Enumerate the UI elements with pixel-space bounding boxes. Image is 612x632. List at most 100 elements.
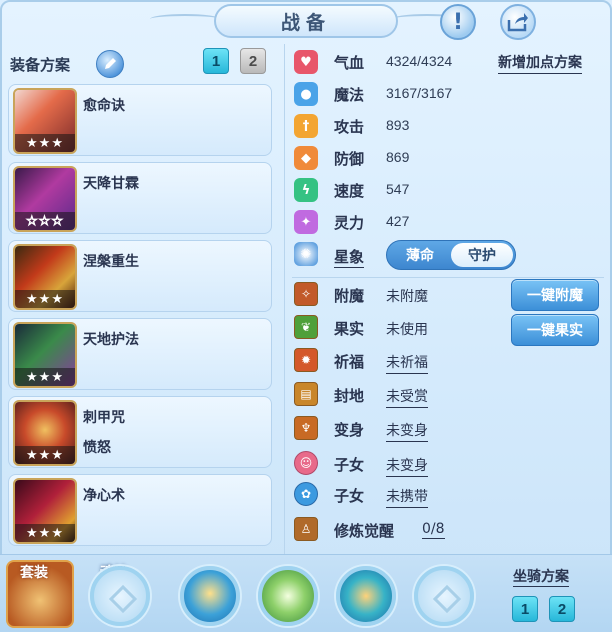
ext-label: 祈福 — [334, 353, 365, 371]
stat-label: 攻击 — [334, 118, 365, 136]
section-divider — [292, 277, 604, 278]
star-option-bomin[interactable]: 薄命 — [389, 243, 451, 267]
one-click-fruit-button[interactable]: 一键果实 — [511, 314, 599, 346]
blessing-icon: ✹ — [294, 348, 318, 372]
lightning-icon: ϟ — [294, 178, 318, 202]
skill-item-5[interactable]: ★★★ 刺甲咒 愤怒 — [8, 396, 272, 468]
equipment-scheme-2-button[interactable]: 2 — [240, 48, 266, 74]
page-title: 战备 — [214, 4, 398, 38]
skill-name: 愈命诀 — [83, 98, 125, 114]
panel-divider — [284, 44, 285, 554]
ext-value[interactable]: 未祈福 — [386, 352, 428, 374]
skill-stars: ☆☆☆ — [15, 212, 75, 230]
stat-row-speed: ϟ 速度 547 — [294, 176, 494, 204]
pencil-icon — [105, 58, 116, 69]
stat-row-defense: ◆ 防御 869 — [294, 144, 494, 172]
mount-scheme-2-button[interactable]: 2 — [549, 596, 575, 622]
stat-row-hp: ♥ 气血 4324/4324 — [294, 48, 494, 76]
equipment-scheme-header: 装备方案 — [10, 48, 276, 80]
transform-icon: ♆ — [294, 416, 318, 440]
blessing-row: ✹ 祈福 未祈福 — [294, 347, 504, 375]
cultivation-row: ♙ 修炼觉醒 0/8 — [294, 516, 504, 544]
shield-icon: ◆ — [294, 146, 318, 170]
skill-item-1[interactable]: ★★★ 愈命诀 — [8, 84, 272, 156]
help-icon[interactable]: ! — [440, 4, 476, 40]
sword-icon: † — [294, 114, 318, 138]
star-sign-row: ✺ 星象 薄命 守护 — [294, 240, 594, 272]
heart-icon: ♥ — [294, 50, 318, 74]
ext-value[interactable]: 未携带 — [386, 486, 428, 508]
ext-value[interactable]: 未变身 — [386, 455, 428, 477]
stat-label: 气血 — [334, 54, 365, 72]
stat-value: 4324/4324 — [386, 53, 453, 69]
equipment-scheme-label: 装备方案 — [10, 56, 71, 74]
ext-value[interactable]: 未变身 — [386, 420, 428, 442]
skill-name: 涅槃重生 — [83, 254, 139, 270]
share-icon[interactable] — [500, 4, 536, 40]
share-arrow-icon — [507, 13, 528, 32]
mana-icon: ● — [294, 82, 318, 106]
stat-row-attack: † 攻击 893 — [294, 112, 494, 140]
equipment-scheme-1-button[interactable]: 1 — [203, 48, 229, 74]
fruit-row: ❦ 果实 未使用 — [294, 314, 504, 342]
ext-label: 果实 — [334, 320, 365, 338]
skill-stars: ★★★ — [15, 446, 75, 464]
ext-label: 封地 — [334, 387, 365, 405]
stat-value: 893 — [386, 117, 410, 133]
skill-name: 天降甘霖 — [83, 176, 139, 192]
stat-label: 防御 — [334, 150, 365, 168]
stat-value: 547 — [386, 181, 410, 197]
skill-icon: ★★★ — [13, 88, 77, 154]
star-sign-icon: ✺ — [294, 242, 318, 266]
child-row-1: ☺ 子女 未变身 — [294, 450, 504, 478]
child-icon: ☺ — [294, 451, 318, 475]
skill-item-6[interactable]: ★★★ 净心术 — [8, 474, 272, 546]
soul-skill-slot-2[interactable] — [258, 566, 318, 626]
stat-label: 魔法 — [334, 86, 365, 104]
skill-stars: ★★★ — [15, 134, 75, 152]
ext-value[interactable]: 0/8 — [422, 521, 445, 539]
soul-skill-slot-1[interactable] — [180, 566, 240, 626]
skill-name: 刺甲咒 — [83, 410, 125, 426]
skill-stars: ★★★ — [15, 524, 75, 542]
skill-item-2[interactable]: ☆☆☆ 天降甘霖 — [8, 162, 272, 234]
stat-row-mp: ● 魔法 3167/3167 — [294, 80, 494, 108]
scroll-icon: ▤ — [294, 382, 318, 406]
skill-icon: ☆☆☆ — [13, 166, 77, 232]
new-point-plan-link[interactable]: 新增加点方案 — [498, 52, 582, 74]
skill-icon: ★★★ — [13, 244, 77, 310]
mount-scheme-1-button[interactable]: 1 — [512, 596, 538, 622]
skill-icon: ★★★ — [13, 400, 77, 466]
skill-item-4[interactable]: ★★★ 天地护法 — [8, 318, 272, 390]
star-sign-label[interactable]: 星象 — [334, 246, 365, 268]
enchant-icon: ✧ — [294, 282, 318, 306]
soul-skill-slot-4-empty[interactable] — [414, 566, 474, 626]
title-ornament-left — [150, 14, 220, 24]
ext-label: 附魔 — [334, 287, 365, 305]
skill-stars: ★★★ — [15, 290, 75, 308]
transform-row: ♆ 变身 未变身 — [294, 415, 504, 443]
fruit-icon: ❦ — [294, 315, 318, 339]
soul-skill-slot-3[interactable] — [336, 566, 396, 626]
skill-item-3[interactable]: ★★★ 涅槃重生 — [8, 240, 272, 312]
skill-name: 净心术 — [83, 488, 125, 504]
child-row-2: ✿ 子女 未携带 — [294, 481, 504, 509]
paw-icon: ✿ — [294, 482, 318, 506]
ext-value[interactable]: 未受赏 — [386, 386, 428, 408]
skill-icon: ★★★ — [13, 478, 77, 544]
star-sign-toggle[interactable]: 薄命 守护 — [386, 240, 516, 270]
edit-pencil-icon[interactable] — [96, 50, 124, 78]
stat-value: 3167/3167 — [386, 85, 453, 101]
ext-value: 未附魔 — [386, 289, 428, 305]
mount-scheme-label[interactable]: 坐骑方案 — [513, 566, 569, 587]
star-option-shouhu[interactable]: 守护 — [451, 243, 513, 267]
soul-skill-slot-empty[interactable] — [90, 566, 150, 626]
stat-value: 427 — [386, 213, 410, 229]
stat-row-spirit: ✦ 灵力 427 — [294, 208, 494, 236]
skill-stars: ★★★ — [15, 368, 75, 386]
ext-label: 变身 — [334, 421, 365, 439]
one-click-enchant-button[interactable]: 一键附魔 — [511, 279, 599, 311]
ext-value: 未使用 — [386, 322, 428, 338]
ext-label: 子女 — [334, 487, 365, 505]
enchant-row: ✧ 附魔 未附魔 — [294, 281, 504, 309]
